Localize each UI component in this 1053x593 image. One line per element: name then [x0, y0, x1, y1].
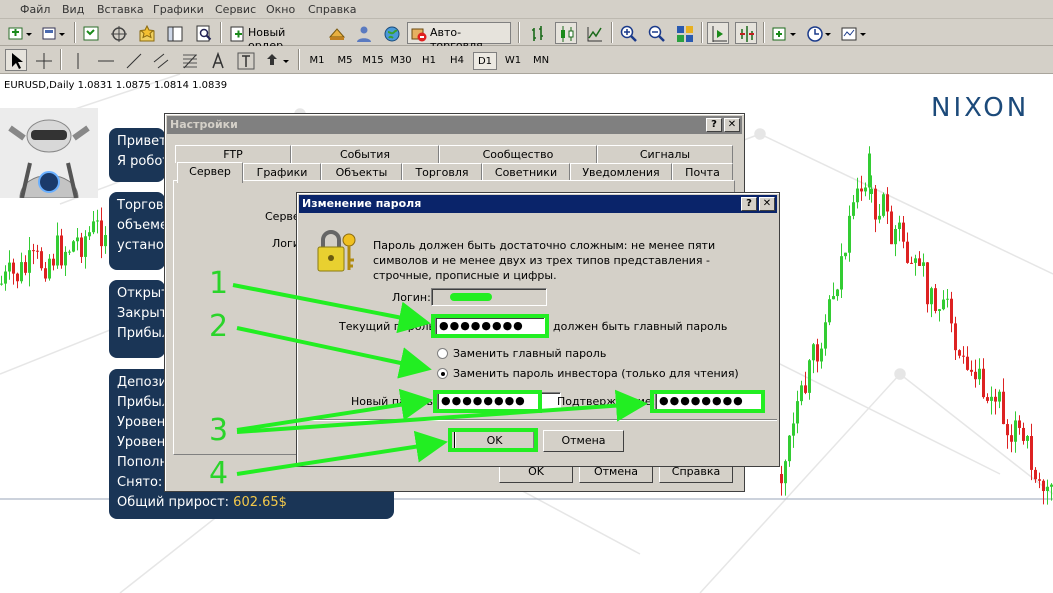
- step-number-3: 3: [209, 413, 229, 448]
- tab-server[interactable]: Сервер: [177, 162, 243, 183]
- annotation-arrows: [232, 283, 648, 476]
- arrow-step-4: [236, 430, 448, 476]
- step-number-4: 4: [209, 456, 229, 491]
- arrow-step-3b: [236, 389, 648, 434]
- arrow-step-2: [236, 326, 432, 379]
- step-number-2: 2: [209, 309, 229, 344]
- arrow-step-1: [232, 283, 431, 334]
- step-number-1: 1: [209, 266, 229, 301]
